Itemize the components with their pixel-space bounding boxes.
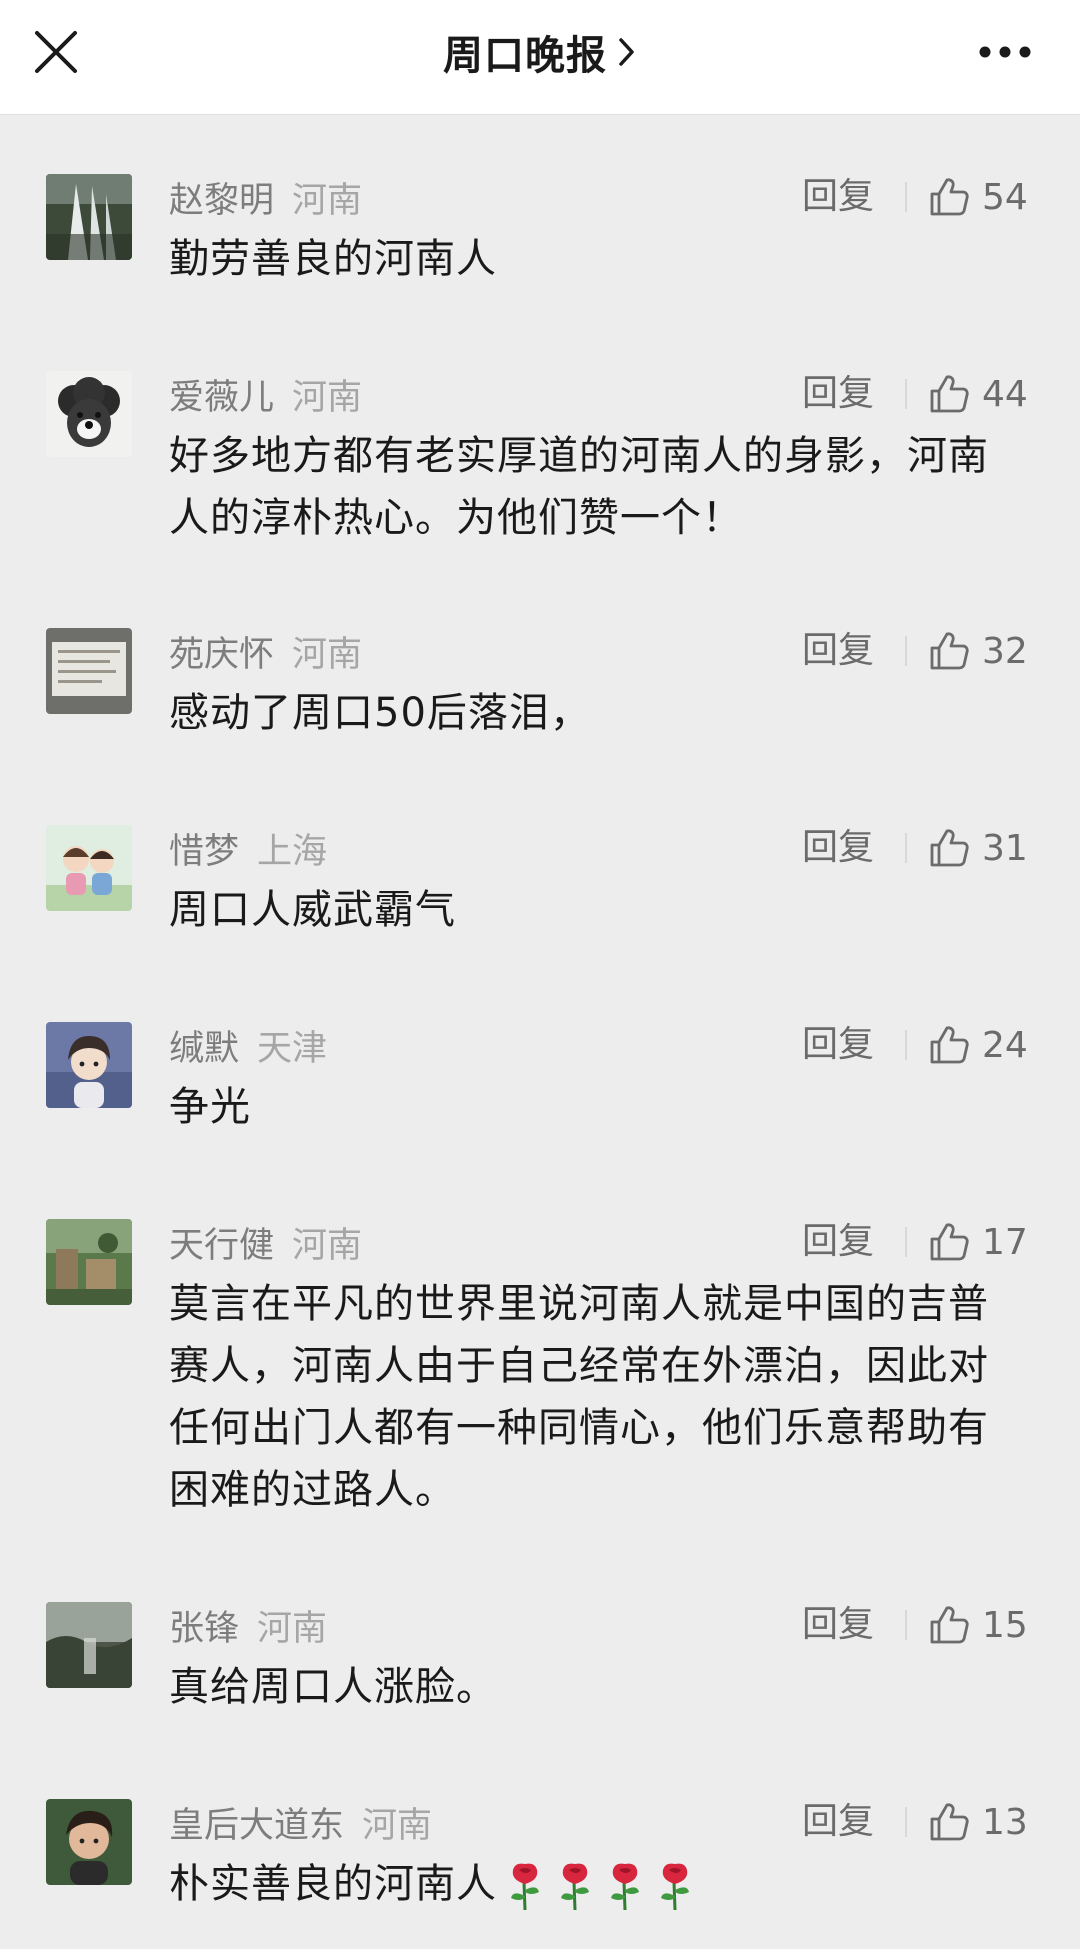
divider xyxy=(905,1227,907,1257)
comment-text: 好多地方都有老实厚道的河南人的身影，河南人的淳朴热心。为他们赞一个！ xyxy=(169,433,989,541)
divider xyxy=(905,833,907,863)
like-button[interactable]: 15 xyxy=(928,1602,1028,1648)
like-count: 24 xyxy=(982,1024,1028,1066)
rose-icon xyxy=(511,1863,539,1911)
commenter-name[interactable]: 惜梦 xyxy=(169,823,239,874)
reply-button[interactable]: 回复 xyxy=(802,825,874,871)
avatar[interactable] xyxy=(46,1219,132,1305)
commenter-region: 上海 xyxy=(257,831,328,872)
thumbs-up-icon xyxy=(930,178,969,216)
reply-button[interactable]: 回复 xyxy=(802,371,874,417)
divider xyxy=(905,182,907,212)
like-button[interactable]: 54 xyxy=(928,174,1028,220)
commenter-region: 河南 xyxy=(292,180,363,221)
commenter-name[interactable]: 爱薇儿 xyxy=(169,369,274,420)
thumbs-up-icon xyxy=(930,1606,969,1644)
reply-button[interactable]: 回复 xyxy=(802,1602,874,1648)
like-count: 15 xyxy=(982,1604,1028,1646)
commenter-region: 河南 xyxy=(292,634,363,675)
thumbs-up-icon xyxy=(930,375,969,413)
avatar[interactable] xyxy=(46,1022,132,1108)
like-count: 13 xyxy=(982,1801,1028,1843)
account-title-link[interactable]: 周口晚报 xyxy=(443,23,637,81)
avatar[interactable] xyxy=(46,825,132,911)
like-count: 32 xyxy=(982,630,1028,672)
divider xyxy=(905,1030,907,1060)
like-button[interactable]: 32 xyxy=(928,628,1028,674)
reply-button[interactable]: 回复 xyxy=(802,174,874,220)
close-icon xyxy=(35,31,77,73)
commenter-name[interactable]: 皇后大道东 xyxy=(169,1797,344,1848)
divider xyxy=(905,1610,907,1640)
thumbs-up-icon xyxy=(930,1803,969,1841)
rose-emoji-group xyxy=(503,1860,697,1912)
thumbs-up-icon xyxy=(930,829,969,867)
commenter-region: 河南 xyxy=(362,1805,433,1846)
avatar[interactable] xyxy=(46,1602,132,1688)
comment-text: 勤劳善良的河南人 xyxy=(169,236,497,282)
commenter-region: 天津 xyxy=(257,1028,328,1069)
commenter-region: 河南 xyxy=(292,1225,363,1266)
commenter-region: 河南 xyxy=(257,1608,328,1649)
divider xyxy=(905,636,907,666)
commenter-name[interactable]: 赵黎明 xyxy=(169,172,274,223)
chevron-right-icon xyxy=(619,38,634,66)
commenter-name[interactable]: 缄默 xyxy=(169,1020,239,1071)
reply-button[interactable]: 回复 xyxy=(802,628,874,674)
like-count: 17 xyxy=(982,1221,1028,1263)
close-button[interactable] xyxy=(30,26,82,78)
page-title: 周口晚报 xyxy=(443,33,607,79)
commenter-name[interactable]: 苑庆怀 xyxy=(169,626,274,677)
reply-button[interactable]: 回复 xyxy=(802,1799,874,1845)
rose-icon xyxy=(611,1863,639,1911)
more-icon xyxy=(979,46,1031,58)
avatar[interactable] xyxy=(46,174,132,260)
thumbs-up-icon xyxy=(930,1026,969,1064)
rose-icon xyxy=(561,1863,589,1911)
divider xyxy=(905,379,907,409)
avatar[interactable] xyxy=(46,628,132,714)
thumbs-up-icon xyxy=(930,632,969,670)
more-button[interactable] xyxy=(970,30,1040,74)
like-count: 54 xyxy=(982,176,1028,218)
comment-text: 感动了周口50后落泪， xyxy=(169,690,591,736)
avatar[interactable] xyxy=(46,371,132,457)
comment-text: 真给周口人涨脸。 xyxy=(169,1664,497,1710)
commenter-name[interactable]: 天行健 xyxy=(169,1217,274,1268)
comment-text: 朴实善良的河南人 xyxy=(169,1853,1029,1915)
like-button[interactable]: 24 xyxy=(928,1022,1028,1068)
like-button[interactable]: 17 xyxy=(928,1219,1028,1265)
like-button[interactable]: 44 xyxy=(928,371,1028,417)
avatar[interactable] xyxy=(46,1799,132,1885)
comment-text: 争光 xyxy=(169,1084,251,1130)
divider xyxy=(905,1807,907,1837)
reply-button[interactable]: 回复 xyxy=(802,1219,874,1265)
like-button[interactable]: 13 xyxy=(928,1799,1028,1845)
like-count: 44 xyxy=(982,373,1028,415)
commenter-region: 河南 xyxy=(292,377,363,418)
like-button[interactable]: 31 xyxy=(928,825,1028,871)
comment-text: 莫言在平凡的世界里说河南人就是中国的吉普赛人，河南人由于自己经常在外漂泊，因此对… xyxy=(169,1281,989,1513)
like-count: 31 xyxy=(982,827,1028,869)
top-bar: 周口晚报 xyxy=(0,0,1080,115)
thumbs-up-icon xyxy=(930,1223,969,1261)
comment-text: 周口人威武霸气 xyxy=(169,887,456,933)
commenter-name[interactable]: 张锋 xyxy=(169,1600,239,1651)
rose-icon xyxy=(661,1863,689,1911)
reply-button[interactable]: 回复 xyxy=(802,1022,874,1068)
comment-text-body: 朴实善良的河南人 xyxy=(169,1861,497,1907)
